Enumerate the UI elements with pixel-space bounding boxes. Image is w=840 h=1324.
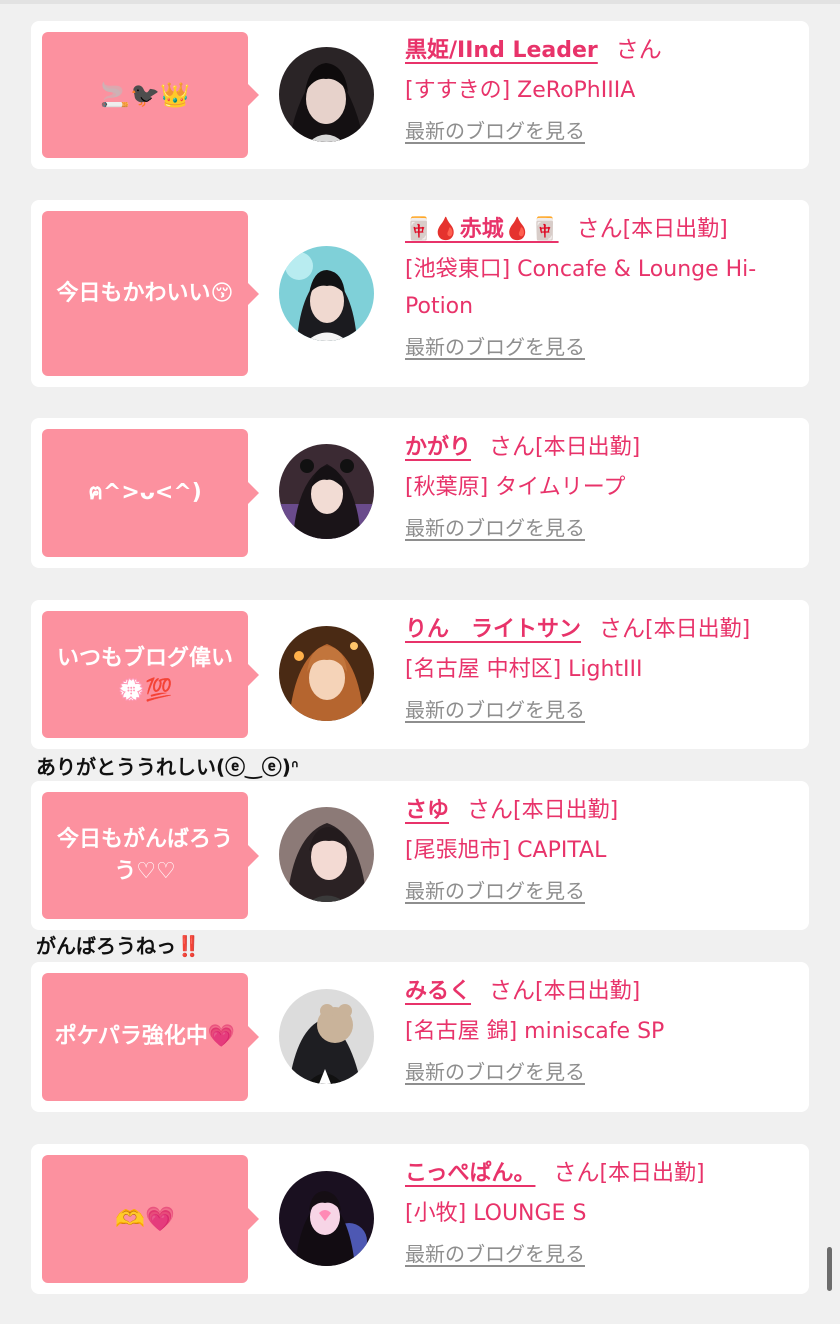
avatar[interactable] — [279, 246, 374, 341]
avatar[interactable] — [279, 807, 374, 902]
girl-name-link[interactable]: こっぺぱん。 — [405, 1161, 535, 1186]
scrollbar[interactable] — [827, 1247, 832, 1291]
reply-comment: がんばろうねっ‼️ — [36, 934, 201, 958]
name-line: りん ライトサン さん[本日出勤] — [405, 612, 795, 647]
avatar[interactable] — [279, 989, 374, 1084]
girl-info: 黒姫/IInd Leader さん [すすきの] ZeRoPhIIIA 最新のブロ… — [405, 33, 795, 145]
name-line: さゆ さん[本日出勤] — [405, 793, 795, 828]
list-item: 今日もがんばろうう♡♡ さゆ さん[本日出勤] [尾張旭市] CAPITAL 最新… — [31, 781, 809, 930]
latest-blog-link[interactable]: 最新のブログを見る — [405, 696, 585, 724]
girl-name-link[interactable]: みるく — [405, 979, 471, 1004]
shop-name: [秋葉原] タイムリープ — [405, 475, 626, 500]
girl-name-link[interactable]: 🀄🩸赤城🩸🀄 — [405, 217, 559, 242]
status-badge: [本日出勤] — [622, 217, 728, 242]
name-line: かがり さん[本日出勤] — [405, 430, 795, 465]
avatar[interactable] — [279, 47, 374, 142]
shop-name: [名古屋 錦] miniscafe SP — [405, 1019, 665, 1044]
girl-name-link[interactable]: かがり — [405, 435, 471, 460]
honorific: さん — [467, 797, 514, 823]
latest-blog-link[interactable]: 最新のブログを見る — [405, 1058, 585, 1086]
name-line: こっぺぱん。 さん[本日出勤] — [405, 1156, 795, 1191]
honorific: さん — [489, 978, 536, 1004]
girl-info: こっぺぱん。 さん[本日出勤] [小牧] LOUNGE S 最新のブログを見る — [405, 1156, 795, 1268]
honorific: さん — [553, 1160, 600, 1186]
status-badge: [本日出勤] — [535, 979, 641, 1004]
comment-bubble: 今日もかわいい😚 — [42, 211, 259, 376]
name-line: みるく さん[本日出勤] — [405, 974, 795, 1009]
comment-bubble: 今日もがんばろうう♡♡ — [42, 792, 259, 919]
status-badge: [本日出勤] — [535, 435, 641, 460]
shop-name: [すすきの] ZeRoPhIIIA — [405, 78, 636, 103]
list-item: 🚬🐦‍⬛👑 黒姫/IInd Leader さん [すすきの] ZeRoPhIIIA… — [31, 21, 809, 169]
comment-bubble: ポケパラ強化中💗 — [42, 973, 259, 1101]
avatar[interactable] — [279, 444, 374, 539]
latest-blog-link[interactable]: 最新のブログを見る — [405, 333, 585, 361]
latest-blog-link[interactable]: 最新のブログを見る — [405, 1240, 585, 1268]
shop-name: [名古屋 中村区] LightIII — [405, 657, 643, 682]
girl-info: みるく さん[本日出勤] [名古屋 錦] miniscafe SP 最新のブログを… — [405, 974, 795, 1086]
top-divider — [0, 0, 840, 4]
comment-bubble: いつもブログ偉い💮💯 — [42, 611, 259, 738]
latest-blog-link[interactable]: 最新のブログを見る — [405, 877, 585, 905]
name-line: 🀄🩸赤城🩸🀄 さん[本日出勤] — [405, 212, 795, 247]
girl-info: かがり さん[本日出勤] [秋葉原] タイムリープ 最新のブログを見る — [405, 430, 795, 542]
reply-comment: ありがとううれしい(ⓔ‿ⓔ)ᐢ — [36, 755, 299, 779]
girl-info: りん ライトサン さん[本日出勤] [名古屋 中村区] LightIII 最新のブ… — [405, 612, 795, 724]
latest-blog-link[interactable]: 最新のブログを見る — [405, 117, 585, 145]
list-item: ポケパラ強化中💗 みるく さん[本日出勤] [名古屋 錦] miniscafe S… — [31, 962, 809, 1112]
comment-bubble: 🚬🐦‍⬛👑 — [42, 32, 259, 158]
latest-blog-link[interactable]: 最新のブログを見る — [405, 514, 585, 542]
name-line: 黒姫/IInd Leader さん — [405, 33, 795, 68]
status-badge: [本日出勤] — [599, 1161, 705, 1186]
page: 🚬🐦‍⬛👑 黒姫/IInd Leader さん [すすきの] ZeRoPhIIIA… — [0, 0, 840, 1324]
honorific: さん — [599, 616, 646, 642]
honorific: さん — [615, 37, 662, 63]
shop-name: [尾張旭市] CAPITAL — [405, 838, 607, 863]
avatar[interactable] — [279, 1171, 374, 1266]
girl-info: さゆ さん[本日出勤] [尾張旭市] CAPITAL 最新のブログを見る — [405, 793, 795, 905]
comment-bubble: ฅ^>ᴗ<^) — [42, 429, 259, 557]
list-item: 🫶💗 こっぺぱん。 さん[本日出勤] [小牧] LOUNGE S 最新のブログを見… — [31, 1144, 809, 1294]
girl-name-link[interactable]: さゆ — [405, 798, 449, 823]
list-item: ฅ^>ᴗ<^) かがり さん[本日出勤] [秋葉原] タイムリープ 最新のブログを… — [31, 418, 809, 568]
status-badge: [本日出勤] — [513, 798, 619, 823]
girl-name-link[interactable]: りん ライトサン — [405, 617, 581, 642]
list-item: 今日もかわいい😚 🀄🩸赤城🩸🀄 さん[本日出勤] [池袋東口] Concafe &… — [31, 200, 809, 387]
avatar[interactable] — [279, 626, 374, 721]
girl-info: 🀄🩸赤城🩸🀄 さん[本日出勤] [池袋東口] Concafe & Lounge H… — [405, 212, 795, 361]
shop-name: [池袋東口] Concafe & Lounge Hi-Potion — [405, 257, 757, 319]
honorific: さん — [576, 216, 623, 242]
girl-name-link[interactable]: 黒姫/IInd Leader — [405, 38, 598, 63]
status-badge: [本日出勤] — [645, 617, 751, 642]
list-item: いつもブログ偉い💮💯 りん ライトサン さん[本日出勤] [名古屋 中村区] Li… — [31, 600, 809, 749]
honorific: さん — [489, 434, 536, 460]
shop-name: [小牧] LOUNGE S — [405, 1201, 587, 1226]
comment-bubble: 🫶💗 — [42, 1155, 259, 1283]
